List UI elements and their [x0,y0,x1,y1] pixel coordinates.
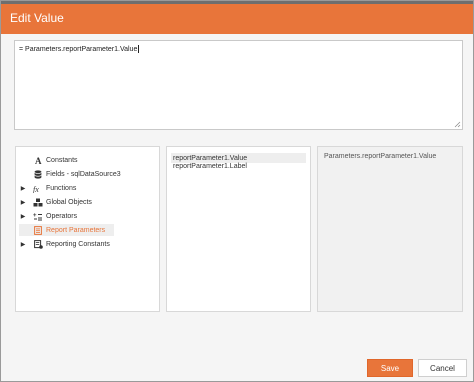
tree-item-report-parameters[interactable]: Report Parameters [19,224,114,236]
category-tree-panel: A Constants Fields - sqlDataSource3 ▶ fx… [15,146,160,312]
constants-icon: A [33,155,43,165]
tree-item-label: Global Objects [46,198,92,206]
expand-arrow-icon[interactable]: ▶ [19,185,27,192]
title-bar: Edit Value [1,1,473,34]
function-icon: fx [33,183,43,193]
tree-item-fields[interactable]: Fields - sqlDataSource3 [19,168,121,180]
tree-item-label: Operators [46,212,78,220]
tree-item-label: Functions [46,184,77,192]
expand-arrow-icon[interactable]: ▶ [19,241,27,248]
objects-icon [33,197,43,207]
tree-item-label: Fields - sqlDataSource3 [46,170,121,178]
tree-item-label: Report Parameters [46,226,106,234]
expression-editor[interactable]: = Parameters.reportParameter1.Value [14,40,463,130]
cancel-button[interactable]: Cancel [418,359,467,377]
description-text: Parameters.reportParameter1.Value [324,153,437,160]
tree-item-operators[interactable]: ▶ + Operators [19,210,77,222]
description-panel: Parameters.reportParameter1.Value [317,146,463,312]
save-button[interactable]: Save [367,359,413,377]
list-item[interactable]: reportParameter1.Label [171,161,247,171]
operators-icon: + [33,211,43,221]
resize-grip-icon[interactable] [454,121,461,128]
svg-text:fx: fx [33,185,39,193]
tree-item-reporting-constants[interactable]: ▶ Reporting Constants [19,238,110,250]
expression-text: = Parameters.reportParameter1.Value [19,45,140,53]
tree-item-label: Reporting Constants [46,240,110,248]
database-icon [33,169,43,179]
reporting-constants-icon [33,239,43,249]
tree-item-label: Constants [46,156,78,164]
report-parameters-icon [33,225,43,235]
dialog-title: Edit Value [10,11,64,25]
tree-item-global-objects[interactable]: ▶ Global Objects [19,196,92,208]
expand-arrow-icon[interactable]: ▶ [19,199,27,206]
text-caret [138,45,140,53]
expand-arrow-icon[interactable]: ▶ [19,213,27,220]
svg-text:A: A [35,156,42,165]
edit-value-dialog: Edit Value = Parameters.reportParameter1… [0,0,474,382]
svg-text:+: + [33,213,37,219]
items-list-panel: reportParameter1.Value reportParameter1.… [166,146,311,312]
tree-item-constants[interactable]: A Constants [19,154,78,166]
tree-item-functions[interactable]: ▶ fx Functions [19,182,77,194]
